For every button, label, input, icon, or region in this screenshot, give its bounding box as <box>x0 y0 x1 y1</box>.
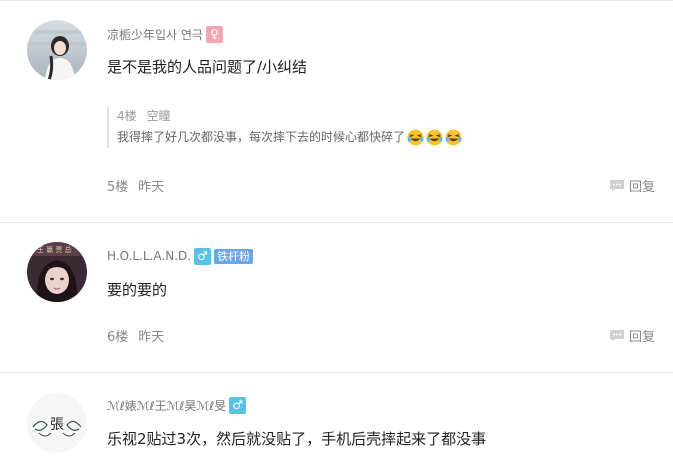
quote-user[interactable]: 空瞳 <box>147 109 171 123</box>
comment-content: 要的要的 <box>107 281 168 299</box>
avatar-calligraphy-icon: 張 <box>27 393 87 453</box>
quote-floor: 4楼 <box>117 109 137 123</box>
quoted-reply: 4楼 空瞳 我得摔了好几次都没事，每次摔下去的时候心都快碎了 <box>107 106 462 148</box>
avatar-text: 張 <box>50 417 64 433</box>
username[interactable]: H.O.L.L.A.N.D. <box>107 249 191 263</box>
username[interactable]: 凉栀少年입사 연극 <box>107 26 203 43</box>
reply-button[interactable]: 回复 <box>609 326 655 345</box>
floor-number: 5楼 <box>107 180 129 195</box>
male-gender-icon: ♂ <box>229 396 247 414</box>
avatar[interactable]: 張 <box>27 393 87 453</box>
avatar[interactable] <box>27 20 87 80</box>
speech-bubble-icon <box>610 180 624 192</box>
timestamp: 昨天 <box>138 330 165 345</box>
comment-content: 是不是我的人品问题了/小纠结 <box>107 58 308 76</box>
laughing-tears-emoji-icon <box>445 128 462 146</box>
reply-label: 回复 <box>629 330 656 345</box>
avatar-photo-icon <box>27 20 87 80</box>
quote-text-row: 我得摔了好几次都没事，每次摔下去的时候心都快碎了 <box>117 126 462 148</box>
floor-number: 6楼 <box>107 330 129 345</box>
laughing-tears-emoji-icon <box>407 128 424 146</box>
comment-meta: 6楼 昨天 <box>107 326 164 345</box>
quote-meta: 4楼 空瞳 <box>117 106 462 126</box>
avatar-photo-icon: 王 赢 贾 总 <box>27 242 87 302</box>
comment-item: 凉栀少年입사 연극 ♀ 是不是我的人品问题了/小纠结 4楼 空瞳 我得摔了好几次都… <box>0 0 673 222</box>
username-row: 凉栀少年입사 연극 ♀ <box>107 25 223 43</box>
username[interactable]: ℳℓ婊ℳℓ王ℳℓ昊ℳℓ旻 <box>107 397 226 414</box>
timestamp: 昨天 <box>138 180 165 195</box>
reply-label: 回复 <box>629 180 656 195</box>
comment-content: 乐视2贴过3次，然后就没贴了，手机后壳摔起来了都没事 <box>107 430 487 448</box>
username-row: ℳℓ婊ℳℓ王ℳℓ昊ℳℓ旻 ♂ <box>107 396 247 414</box>
laughing-tears-emoji-icon <box>426 128 443 146</box>
comment-item: 王 赢 贾 总 H.O.L.L.A.N.D. ♂ 铁杆粉 要的要的 6楼 昨天 回… <box>0 223 673 372</box>
username-row: H.O.L.L.A.N.D. ♂ 铁杆粉 <box>107 247 254 265</box>
comment-item: 張 ℳℓ婊ℳℓ王ℳℓ昊ℳℓ旻 ♂ 乐视2贴过3次，然后就没贴了，手机后壳摔起来了… <box>0 373 673 461</box>
comment-meta: 5楼 昨天 <box>107 176 164 195</box>
speech-bubble-icon <box>610 330 624 342</box>
fan-level-badge: 铁杆粉 <box>214 248 254 264</box>
svg-text:王 赢 贾 总: 王 赢 贾 总 <box>37 245 72 254</box>
quote-text: 我得摔了好几次都没事，每次摔下去的时候心都快碎了 <box>117 130 406 144</box>
male-gender-icon: ♂ <box>194 247 212 265</box>
avatar[interactable]: 王 赢 贾 总 <box>27 242 87 302</box>
female-gender-icon: ♀ <box>205 25 223 43</box>
reply-button[interactable]: 回复 <box>609 176 655 195</box>
